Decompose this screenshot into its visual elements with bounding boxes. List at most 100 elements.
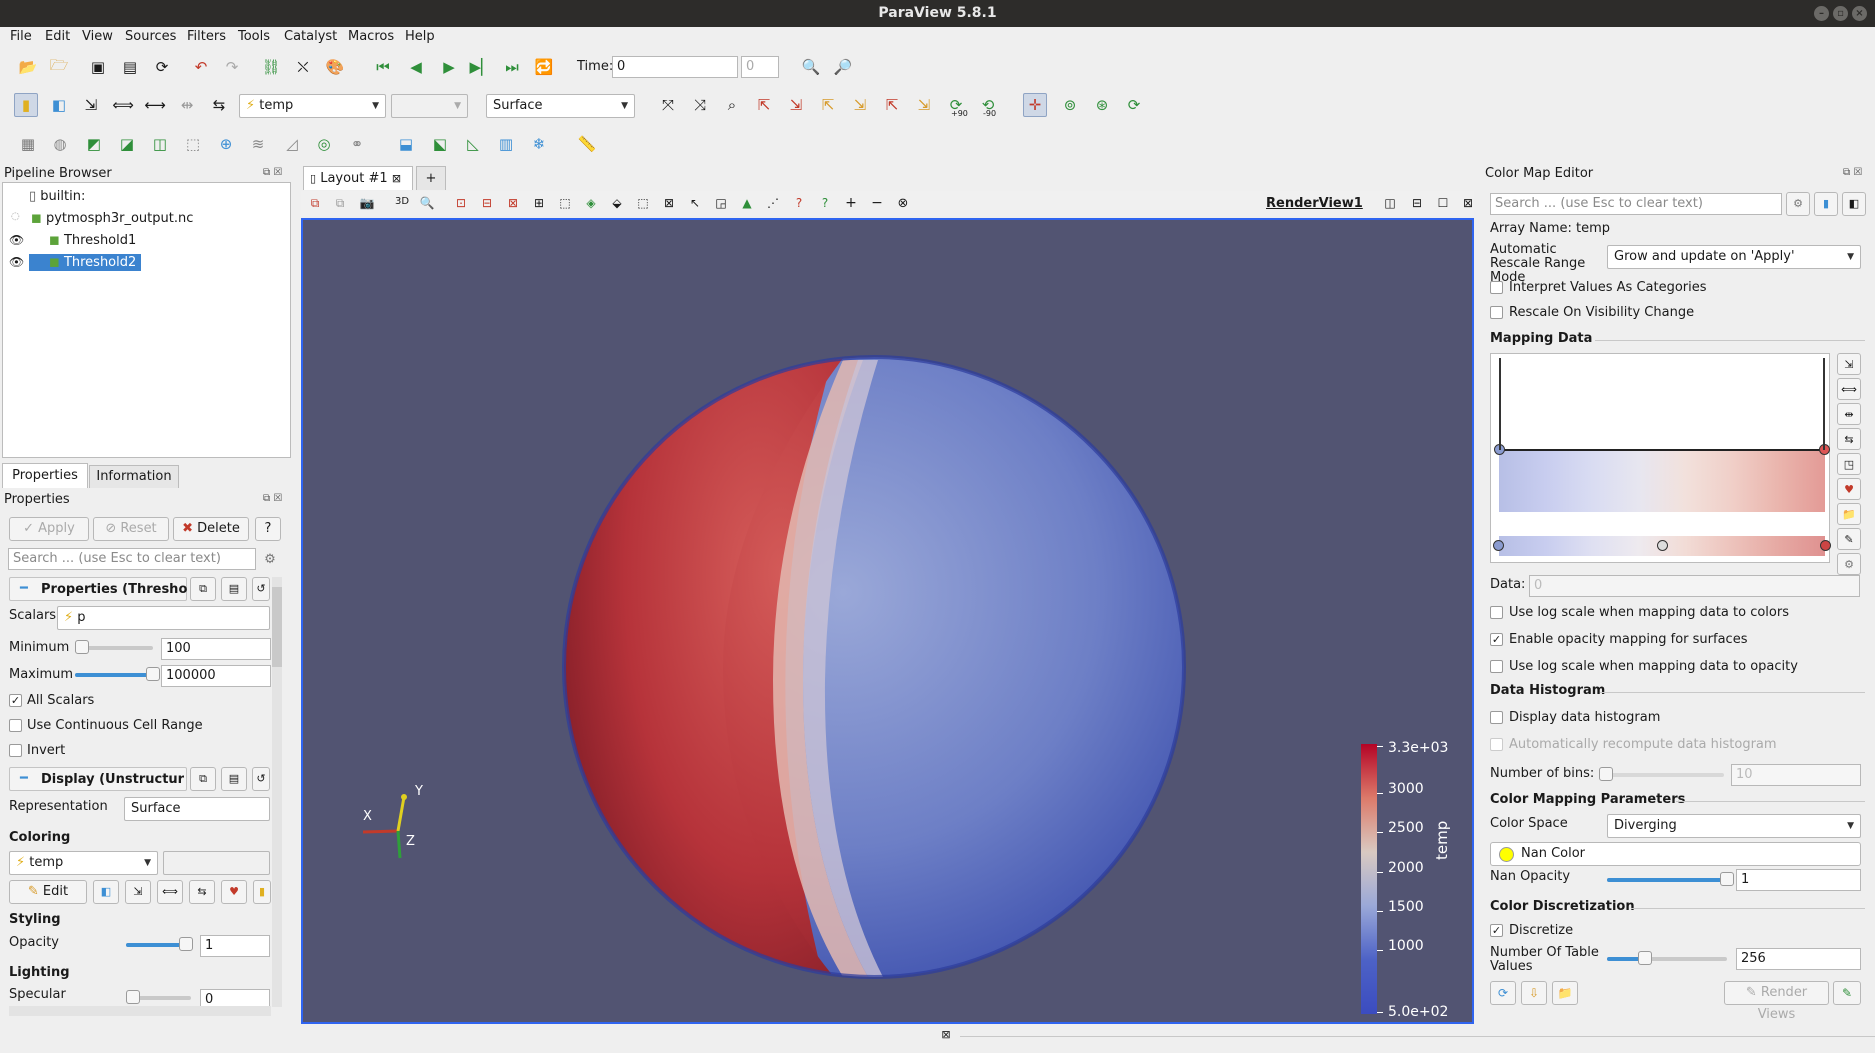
invert-checkbox[interactable] (9, 744, 22, 757)
help-button[interactable]: ? (255, 517, 281, 541)
copy-icon[interactable]: ⧉ (190, 767, 216, 791)
opacity-mapping-checkbox[interactable]: ✓ (1490, 633, 1503, 646)
edit-colormap-icon[interactable]: ◧ (47, 93, 71, 117)
view-plus-y-icon[interactable]: ⇱ (816, 93, 840, 117)
rescale-visible-icon[interactable]: ⇆ (207, 93, 231, 117)
redo-icon[interactable]: ↷ (220, 55, 244, 79)
show-center-icon[interactable]: ✛ (1023, 93, 1047, 117)
connect-icon[interactable]: ⛓ (259, 55, 283, 79)
color-array-combo[interactable]: ⚡ temp ▼ (239, 94, 386, 118)
extract-subset-icon[interactable]: ⬚ (181, 132, 205, 156)
properties-dock-buttons-icon[interactable]: ⧉ ☒ (263, 493, 282, 504)
rescale-custom-icon[interactable]: ⟷ (143, 93, 167, 117)
all-scalars-checkbox[interactable]: ✓ (9, 694, 22, 707)
maximum-slider-knob[interactable] (146, 667, 160, 681)
tab-properties[interactable]: Properties (2, 463, 88, 488)
last-frame-icon[interactable]: ⏭ (500, 55, 524, 79)
nan-opacity-slider-knob[interactable] (1720, 872, 1734, 886)
open-icon[interactable]: 📂 (16, 55, 40, 79)
stream-tracer-icon[interactable]: ≋ (246, 132, 270, 156)
table-values-slider-knob[interactable] (1638, 951, 1652, 965)
rescale-icon[interactable]: ⇲ (125, 880, 151, 904)
menu-sources[interactable]: Sources (125, 29, 176, 44)
undo-icon[interactable]: ↶ (189, 55, 213, 79)
colormap-dock-buttons-icon[interactable]: ⧉ ☒ (1843, 167, 1862, 178)
log-colors-checkbox[interactable] (1490, 606, 1503, 619)
time-input[interactable]: 0 (612, 56, 738, 78)
menu-file[interactable]: File (10, 29, 32, 44)
colormap-legend-icon[interactable]: ▮ (1814, 192, 1838, 216)
load-defaults-icon[interactable]: 📁 (1552, 981, 1578, 1005)
save-data-icon[interactable]: ▣ (86, 55, 110, 79)
discretize-checkbox[interactable]: ✓ (1490, 924, 1503, 937)
opacity-slider-knob[interactable] (179, 937, 193, 951)
reset-camera-closest-icon[interactable]: ⤨ (688, 93, 712, 117)
close-icon[interactable]: × (1852, 6, 1867, 21)
select-cells-through-icon[interactable]: ⊠ (501, 191, 525, 215)
log-opacity-checkbox[interactable] (1490, 660, 1503, 673)
previous-frame-icon[interactable]: ◀ (404, 55, 428, 79)
reset-defaults-icon[interactable]: ⟳ (1490, 981, 1516, 1005)
maximum-slider[interactable] (75, 667, 160, 681)
pick-center-icon[interactable]: ⊛ (1090, 93, 1114, 117)
specular-slider-knob[interactable] (126, 990, 140, 1004)
copy-icon[interactable]: ⧉ (190, 577, 216, 601)
nan-color-button[interactable]: Nan Color (1490, 842, 1861, 866)
bins-slider[interactable] (1599, 767, 1724, 781)
find-data-icon[interactable]: 🔍 (799, 55, 823, 79)
nan-opacity-input[interactable]: 1 (1736, 869, 1861, 891)
coloring-combo[interactable]: ⚡ temp ▼ (9, 851, 158, 875)
toggle-selection-labels-icon[interactable]: ▲ (735, 191, 759, 215)
select-points-through-icon[interactable]: ⊞ (527, 191, 551, 215)
select-blocks-icon[interactable]: ◈ (579, 191, 603, 215)
color-point-right[interactable] (1820, 540, 1831, 551)
subtract-selection-icon[interactable]: − (865, 191, 889, 215)
pipeline-item-threshold1[interactable]: ◼ Threshold1 (49, 233, 136, 248)
split-view-vertical-icon[interactable]: ⊟ (1405, 191, 1429, 215)
split-view-horizontal-icon[interactable]: ◫ (1378, 191, 1402, 215)
color-point-mid[interactable] (1657, 540, 1668, 551)
rescale-temporal-icon[interactable]: ⇹ (1837, 403, 1861, 425)
split-vertical-icon[interactable]: ⧉ (328, 191, 352, 215)
time-step-spinbox[interactable]: 0 (741, 56, 779, 78)
toggle-color-legend-icon[interactable]: ▮ (14, 93, 38, 117)
rescale-visibility-checkbox[interactable] (1490, 306, 1503, 319)
hover-points-icon[interactable]: ⬚ (631, 191, 655, 215)
restore-icon[interactable]: ↺ (252, 767, 270, 791)
coloring-component-combo[interactable] (163, 851, 270, 875)
pipeline-item-threshold2[interactable]: ◼ Threshold2 (29, 254, 142, 271)
minimize-icon[interactable]: – (1814, 6, 1829, 21)
edit-selection-icon[interactable]: ⋰ (761, 191, 785, 215)
warp-icon[interactable]: ◿ (280, 132, 304, 156)
favorites-icon[interactable]: ♥ (221, 880, 247, 904)
color-space-combo[interactable]: Diverging ▼ (1607, 814, 1861, 838)
eye-visible-icon[interactable]: 👁 (9, 233, 24, 247)
opacity-input[interactable]: 1 (200, 935, 270, 957)
add-selection-icon[interactable]: + (839, 191, 863, 215)
eye-visible-icon[interactable]: 👁 (9, 255, 24, 269)
scrollbar-handle[interactable] (272, 587, 282, 667)
find-selection-icon[interactable]: ? (813, 191, 837, 215)
reset-range-icon[interactable]: ⇲ (79, 93, 103, 117)
hover-cells-icon[interactable]: ⊠ (657, 191, 681, 215)
rescale-visible-range-icon[interactable]: ⇆ (189, 880, 215, 904)
view-minus-z-icon[interactable]: ⇲ (912, 93, 936, 117)
new-layout-tab[interactable]: + (416, 166, 446, 190)
reset-camera-icon[interactable]: ⤧ (656, 93, 680, 117)
rescale-visible-icon[interactable]: ⇆ (1837, 428, 1861, 450)
table-values-slider[interactable] (1607, 951, 1727, 965)
histogram-icon[interactable]: ▥ (494, 132, 518, 156)
status-close-icon[interactable]: ⊠ (938, 1028, 954, 1044)
delete-button[interactable]: ✖ Delete (173, 517, 249, 541)
colormap-search-input[interactable]: Search ... (use Esc to clear text) (1490, 193, 1782, 215)
next-frame-icon[interactable]: ▶▏ (469, 55, 493, 79)
view-name[interactable]: RenderView1 (1266, 196, 1363, 211)
dock-float-close-icon[interactable]: ⧉ ☒ (263, 167, 282, 178)
extract-level-icon[interactable]: ⚭ (345, 132, 369, 156)
rescale-custom-icon[interactable]: ⟺ (1837, 378, 1861, 400)
maximize-view-icon[interactable]: ☐ (1431, 191, 1455, 215)
pipeline-item-builtin[interactable]: ▯ builtin: (29, 189, 85, 204)
paste-icon[interactable]: ▤ (221, 767, 247, 791)
palette-icon[interactable]: 🎨 (323, 55, 347, 79)
interaction-rotate-icon[interactable]: ⟳ (1122, 93, 1146, 117)
